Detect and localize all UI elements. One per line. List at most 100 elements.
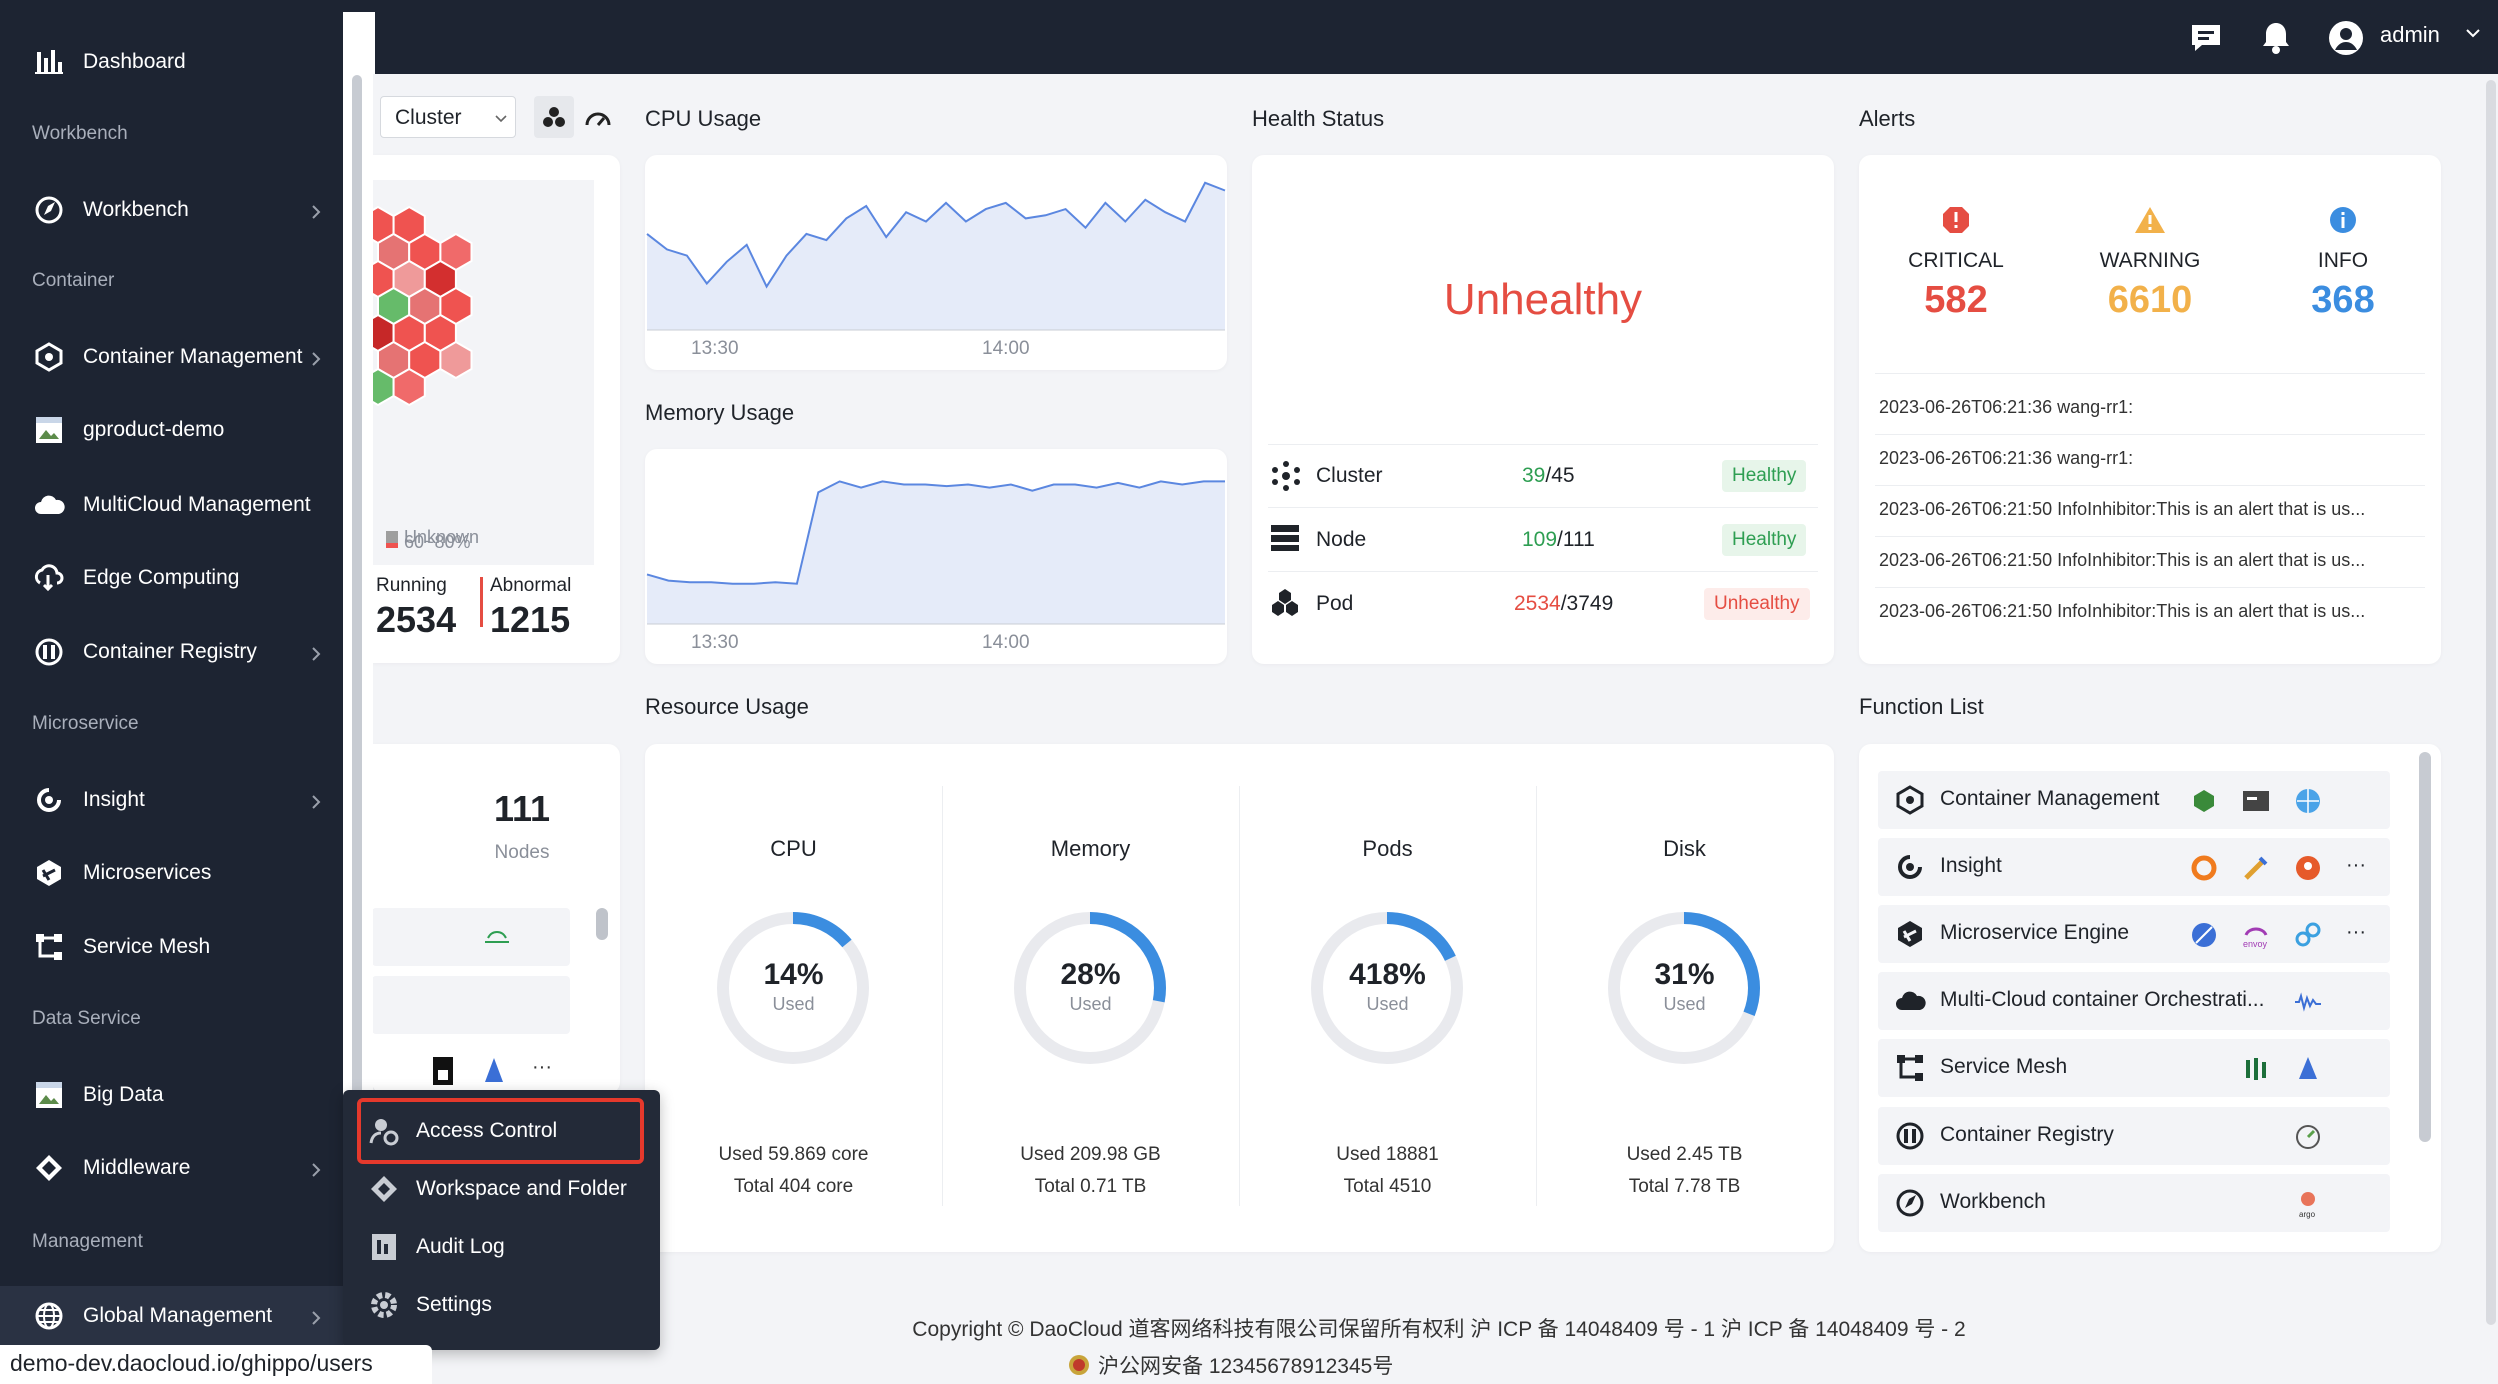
registry-icon — [32, 635, 66, 669]
mesh-icon — [1894, 1052, 1926, 1084]
sidebar-item-middleware[interactable]: Middleware — [0, 1138, 343, 1198]
page-scrollbar[interactable] — [2486, 80, 2496, 1325]
health-total-count: /45 — [1545, 464, 1575, 487]
app-icon[interactable] — [2293, 853, 2323, 883]
sidebar-item-label: Insight — [83, 788, 145, 811]
cluster-select[interactable]: Cluster — [380, 96, 516, 138]
app-icon[interactable]: argo — [2293, 1189, 2323, 1219]
node-row[interactable] — [372, 908, 570, 966]
gear-icon — [367, 1288, 401, 1322]
app-icon[interactable] — [2189, 853, 2219, 883]
alert-level-label: INFO — [2317, 249, 2369, 272]
submenu-item-audit-log[interactable]: Audit Log — [343, 1219, 660, 1275]
bell-icon[interactable] — [2256, 18, 2296, 58]
submenu-item-label: Workspace and Folder — [416, 1177, 627, 1200]
app-icon[interactable] — [2293, 1054, 2323, 1084]
sidebar-item-container-registry[interactable]: Container Registry — [0, 622, 343, 682]
sidebar-item-big-data[interactable]: Big Data — [0, 1065, 343, 1125]
submenu-item-settings[interactable]: Settings — [343, 1277, 660, 1333]
app-icon[interactable] — [2293, 920, 2323, 950]
nodes-card: 111 Nodes ··· — [372, 744, 620, 1094]
sidebar-item-service-mesh[interactable]: Service Mesh — [0, 917, 343, 977]
function-list-title: Function List — [1859, 694, 1984, 719]
message-icon[interactable] — [2186, 18, 2226, 58]
health-row-cluster[interactable]: Cluster 39/45 Healthy — [1252, 444, 1834, 508]
more-icon[interactable]: ··· — [532, 1056, 552, 1079]
app-icon[interactable] — [2241, 853, 2271, 883]
gauge-view-button[interactable] — [578, 96, 618, 138]
health-row-node[interactable]: Node 109/111 Healthy — [1252, 508, 1834, 572]
sidebar-item-container-management[interactable]: Container Management — [0, 327, 343, 387]
cluster-controls: Cluster — [372, 96, 620, 138]
chevron-right-icon — [308, 1160, 324, 1177]
user-avatar-icon[interactable] — [2326, 18, 2366, 58]
alert-level-warning[interactable]: WARNING 6610 — [2080, 205, 2220, 322]
app-icon[interactable] — [2293, 786, 2323, 816]
hexagon-view-button[interactable] — [534, 96, 574, 138]
heatmap-area: 60~80% — [361, 180, 594, 565]
submenu-item-workspace-and-folder[interactable]: Workspace and Folder — [343, 1161, 660, 1217]
sidebar-item-edge-computing[interactable]: Edge Computing — [0, 548, 343, 608]
resource-memory: Memory 28% Used Used 209.98 GB Total 0.71 TB — [942, 744, 1239, 1252]
chevron-right-icon — [308, 644, 324, 661]
function-item-service-mesh[interactable]: Service Mesh — [1878, 1039, 2390, 1097]
usage-total: Total 0.71 TB — [1034, 1176, 1147, 1197]
function-item-container-management[interactable]: Container Management — [1878, 771, 2390, 829]
node-row[interactable] — [372, 976, 570, 1034]
list-scrollbar[interactable] — [596, 908, 608, 940]
chevron-right-icon — [308, 349, 324, 366]
legend-swatch — [386, 531, 398, 543]
function-item-insight[interactable]: Insight ··· — [1878, 838, 2390, 896]
sidebar-item-microservices[interactable]: Microservices — [0, 843, 343, 903]
alert-level-critical[interactable]: CRITICAL 582 — [1886, 205, 2026, 322]
sidebar-item-multicloud-management[interactable]: MultiCloud Management — [0, 475, 343, 535]
app-icon[interactable] — [2241, 786, 2271, 816]
sidebar-item-label: MultiCloud Management — [83, 493, 311, 516]
registry-icon — [1894, 1120, 1926, 1152]
alert-item[interactable]: 2023-06-26T06:21:50 InfoInhibitor:This i… — [1879, 499, 2419, 520]
chevron-right-icon — [308, 792, 324, 809]
footer-beian-text: 沪公网安备 12345678912345号 — [1098, 1355, 1394, 1378]
status-badge: Healthy — [1722, 460, 1807, 492]
sail-icon — [485, 1058, 503, 1082]
function-item-workbench[interactable]: Workbench argo — [1878, 1174, 2390, 1232]
divider — [1875, 485, 2425, 486]
username[interactable]: admin — [2380, 22, 2440, 48]
app-icon[interactable] — [2189, 920, 2219, 950]
warning-icon — [2080, 205, 2220, 241]
more-icon[interactable]: ··· — [2346, 921, 2366, 944]
sidebar-item-workbench[interactable]: Workbench — [0, 180, 343, 240]
alert-item[interactable]: 2023-06-26T06:21:50 InfoInhibitor:This i… — [1879, 601, 2419, 622]
alert-level-info[interactable]: INFO 368 — [2273, 205, 2413, 322]
app-icon[interactable]: envoy — [2241, 920, 2271, 950]
cluster-view-icon — [543, 107, 565, 127]
alert-item[interactable]: 2023-06-26T06:21:36 wang-rr1: — [1879, 397, 2419, 418]
x-tick: 14:00 — [982, 632, 1030, 653]
police-badge-icon — [1069, 1355, 1089, 1375]
sidebar-item-dashboard[interactable]: Dashboard — [0, 32, 343, 92]
alert-item[interactable]: 2023-06-26T06:21:50 InfoInhibitor:This i… — [1879, 550, 2419, 571]
legend-label: Unknown — [404, 527, 480, 547]
app-icon[interactable] — [2189, 786, 2219, 816]
function-item-container-registry[interactable]: Container Registry — [1878, 1107, 2390, 1165]
node-row[interactable]: ··· — [372, 1044, 570, 1094]
sidebar-item-gproduct-demo[interactable]: gproduct-demo — [0, 400, 343, 460]
health-row-pod[interactable]: Pod 2534/3749 Unhealthy — [1252, 572, 1834, 636]
more-icon[interactable]: ··· — [2346, 854, 2366, 877]
sidebar-item-insight[interactable]: Insight — [0, 770, 343, 830]
sidebar-item-global-management[interactable]: Global Management — [0, 1286, 343, 1346]
function-list-scrollbar[interactable] — [2419, 752, 2431, 1142]
function-item-microservice-engine[interactable]: Microservice Engine envoy ··· — [1878, 905, 2390, 963]
chevron-down-icon — [495, 115, 507, 123]
alert-item[interactable]: 2023-06-26T06:21:36 wang-rr1: — [1879, 448, 2419, 469]
sidebar-item-label: Big Data — [83, 1083, 164, 1106]
app-icon[interactable] — [2293, 1122, 2323, 1152]
app-icon[interactable] — [2293, 987, 2323, 1017]
chevron-down-icon[interactable] — [2464, 24, 2482, 42]
cluster-hexagon[interactable] — [439, 340, 473, 380]
cluster-hexagon[interactable] — [392, 367, 426, 407]
cloud-icon — [32, 488, 66, 522]
app-icon[interactable] — [2241, 1054, 2271, 1084]
function-item-multi-cloud-container-orchestrati[interactable]: Multi-Cloud container Orchestrati... — [1878, 972, 2390, 1030]
resource-disk: Disk 31% Used Used 2.45 TB Total 7.78 TB — [1536, 744, 1833, 1252]
